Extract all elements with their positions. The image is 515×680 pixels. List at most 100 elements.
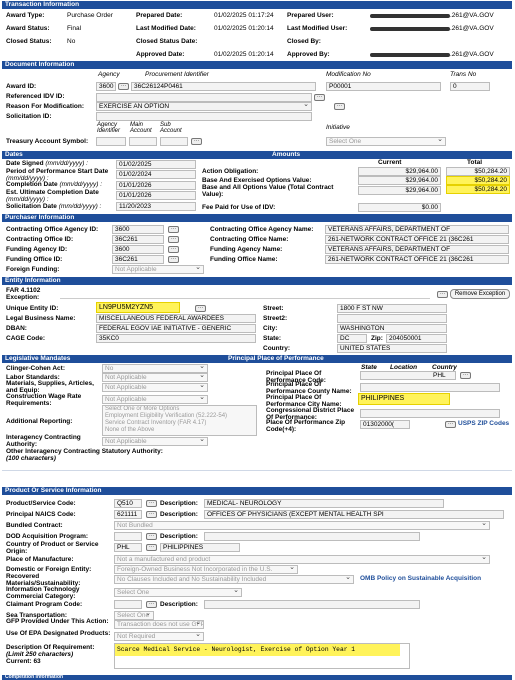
clinger-cohen-select[interactable]: No bbox=[102, 364, 208, 373]
lookup-icon[interactable]: ··· bbox=[146, 511, 157, 518]
section-divider bbox=[2, 470, 512, 471]
base-all-options-current[interactable]: $29,964.00 bbox=[358, 186, 441, 195]
labor-standards-select[interactable]: Not Applicable bbox=[102, 373, 208, 382]
state-field: DC bbox=[337, 334, 367, 343]
recovered-materials-select[interactable]: No Clauses Included and No Sustainabilit… bbox=[114, 575, 354, 584]
agency-field[interactable]: 3600 bbox=[96, 82, 116, 91]
option-select-one[interactable]: Select One or More Options bbox=[105, 406, 256, 413]
dod-program-label: DOD Acquisition Program: bbox=[6, 533, 89, 540]
lookup-icon[interactable]: ··· bbox=[437, 291, 448, 298]
co-agency-id-field[interactable]: 3600 bbox=[112, 225, 164, 234]
materials-select[interactable]: Not Applicable bbox=[102, 383, 208, 392]
far-exception-label: FAR 4.1102 Exception: bbox=[6, 287, 41, 301]
ultimate-completion-field[interactable]: 01/01/2026 bbox=[116, 191, 196, 200]
prepared-user-label: Prepared User: bbox=[287, 12, 334, 19]
interagency-label: Interagency Contracting Authority: bbox=[6, 434, 81, 448]
pop-start-field[interactable]: 01/02/2024 bbox=[116, 170, 196, 179]
lookup-icon[interactable]: ··· bbox=[168, 236, 179, 243]
tas-agency-field[interactable] bbox=[96, 137, 126, 146]
epa-products-select[interactable]: Not Required bbox=[114, 632, 204, 641]
lookup-icon[interactable]: ··· bbox=[168, 256, 179, 263]
lookup-icon[interactable]: ··· bbox=[195, 305, 206, 312]
date-signed-field[interactable]: 01/02/2025 bbox=[116, 160, 196, 169]
gfp-label: GFP Provided Under This Action: bbox=[6, 618, 109, 625]
funding-office-id-field[interactable]: 36C261 bbox=[112, 255, 164, 264]
base-all-options-total: $50,284.20 bbox=[446, 185, 510, 194]
additional-reporting-label: Additional Reporting: bbox=[6, 418, 73, 425]
solicitation-id-field[interactable] bbox=[96, 112, 312, 121]
approved-date-label: Approved Date: bbox=[136, 51, 185, 58]
naics-description-label: Description: bbox=[160, 511, 198, 518]
pop-county-field bbox=[360, 383, 500, 392]
lookup-icon[interactable]: ··· bbox=[334, 103, 345, 110]
tas-main-field[interactable] bbox=[129, 137, 157, 146]
initiative-select[interactable]: Select One bbox=[326, 137, 446, 146]
completion-date-field[interactable]: 01/01/2026 bbox=[116, 181, 196, 190]
dod-description-field bbox=[204, 532, 420, 541]
current-column-header: Current bbox=[378, 159, 402, 166]
place-manufacture-select[interactable]: Not a manufactured end product bbox=[114, 555, 490, 564]
lookup-icon[interactable]: ··· bbox=[191, 138, 202, 145]
trans-no-field[interactable]: 0 bbox=[450, 82, 490, 91]
omb-policy-link[interactable]: OMB Policy on Sustainable Acquisition bbox=[360, 575, 481, 583]
lookup-icon[interactable]: ··· bbox=[146, 544, 157, 551]
pop-county-label: Principal Place Of Performance County Na… bbox=[266, 381, 352, 395]
requirement-textarea[interactable]: Scarce Medical Service - Neurologist, Ex… bbox=[114, 643, 410, 669]
procurement-id-field[interactable]: 36C26124P0461 bbox=[131, 82, 316, 91]
sea-transportation-select[interactable]: Select One bbox=[114, 611, 154, 620]
lookup-icon[interactable]: ··· bbox=[146, 500, 157, 507]
funding-agency-id-field[interactable]: 3600 bbox=[112, 245, 164, 254]
tas-sub-field[interactable] bbox=[160, 137, 188, 146]
psc-field[interactable]: Q510 bbox=[114, 499, 142, 508]
naics-field[interactable]: 621111 bbox=[114, 510, 142, 519]
remove-exception-button[interactable]: Remove Exception bbox=[450, 289, 510, 299]
lookup-icon[interactable]: ··· bbox=[445, 421, 456, 428]
solicitation-id-label: Solicitation ID: bbox=[6, 113, 52, 120]
lookup-icon[interactable]: ··· bbox=[168, 246, 179, 253]
dod-program-field[interactable] bbox=[114, 532, 142, 541]
pop-zip-field[interactable]: 01302000( bbox=[360, 420, 410, 429]
option-service-contract-inventory[interactable]: Service Contract Inventory (FAR 4.17) bbox=[105, 420, 256, 427]
lookup-icon[interactable]: ··· bbox=[118, 83, 129, 90]
domestic-foreign-select[interactable]: Foreign-Owned Business Not Incorporated … bbox=[114, 565, 298, 574]
lookup-icon[interactable]: ··· bbox=[460, 372, 471, 379]
pop-code-field[interactable]: PHL bbox=[360, 371, 456, 380]
award-status-value: Final bbox=[67, 25, 82, 32]
co-id-field[interactable]: 36C261 bbox=[112, 235, 164, 244]
agency-identifier-header: Agency Identifier bbox=[97, 122, 121, 134]
bundled-contract-select[interactable]: Not Bundled bbox=[114, 521, 490, 530]
option-employment-verification[interactable]: Employment Eligibility Verification (52.… bbox=[105, 413, 256, 420]
solicitation-date-field[interactable]: 11/20/2023 bbox=[116, 202, 196, 211]
interagency-select[interactable]: Not Applicable bbox=[102, 437, 208, 446]
lookup-icon[interactable]: ··· bbox=[314, 94, 325, 101]
reason-modification-select[interactable]: EXERCISE AN OPTION bbox=[96, 102, 312, 111]
prepared-date-label: Prepared Date: bbox=[136, 12, 183, 19]
claimant-program-field[interactable] bbox=[114, 600, 142, 609]
it-category-select[interactable]: Select One bbox=[114, 588, 242, 597]
claimant-description-field bbox=[204, 600, 420, 609]
action-obligation-current[interactable]: $29,964.00 bbox=[358, 167, 441, 176]
lookup-icon[interactable]: ··· bbox=[168, 226, 179, 233]
fee-paid-field[interactable]: $0.00 bbox=[358, 203, 441, 212]
street-field: 1800 F ST NW bbox=[337, 304, 447, 313]
co-name-field: 261-NETWORK CONTRACT OFFICE 21 (36C261 bbox=[325, 235, 509, 244]
uei-field[interactable]: LN9PU5M2YZN5 bbox=[96, 302, 180, 313]
base-exercised-current[interactable]: $29,964.00 bbox=[358, 176, 441, 185]
co-agency-name-label: Contracting Office Agency Name: bbox=[210, 226, 314, 233]
ultimate-completion-label: Est. Ultimate Completion Date (mm/dd/yyy… bbox=[6, 189, 99, 203]
foreign-funding-select[interactable]: Not Applicable bbox=[112, 265, 204, 274]
far-exception-field[interactable] bbox=[60, 290, 430, 299]
lookup-icon[interactable]: ··· bbox=[146, 601, 157, 608]
last-modified-user-value: .261@VA.GOV bbox=[450, 25, 494, 32]
modification-no-field[interactable]: P00001 bbox=[326, 82, 441, 91]
gfp-select[interactable]: Transaction does not use GFP bbox=[114, 620, 204, 629]
construction-wage-select[interactable]: Not Applicable bbox=[102, 395, 208, 404]
origin-code-field[interactable]: PHL bbox=[114, 543, 142, 552]
referenced-idv-field[interactable] bbox=[96, 93, 312, 102]
dban-field: FEDERAL EGOV IAE INITIATIVE - GENERIC bbox=[96, 324, 256, 333]
additional-reporting-multiselect[interactable]: Select One or More Options Employment El… bbox=[102, 405, 257, 436]
lookup-icon[interactable]: ··· bbox=[146, 533, 157, 540]
option-none[interactable]: None of the Above bbox=[105, 427, 256, 434]
usps-zip-link[interactable]: USPS ZIP Codes bbox=[458, 420, 509, 428]
co-agency-name-field: VETERANS AFFAIRS, DEPARTMENT OF bbox=[325, 225, 509, 234]
